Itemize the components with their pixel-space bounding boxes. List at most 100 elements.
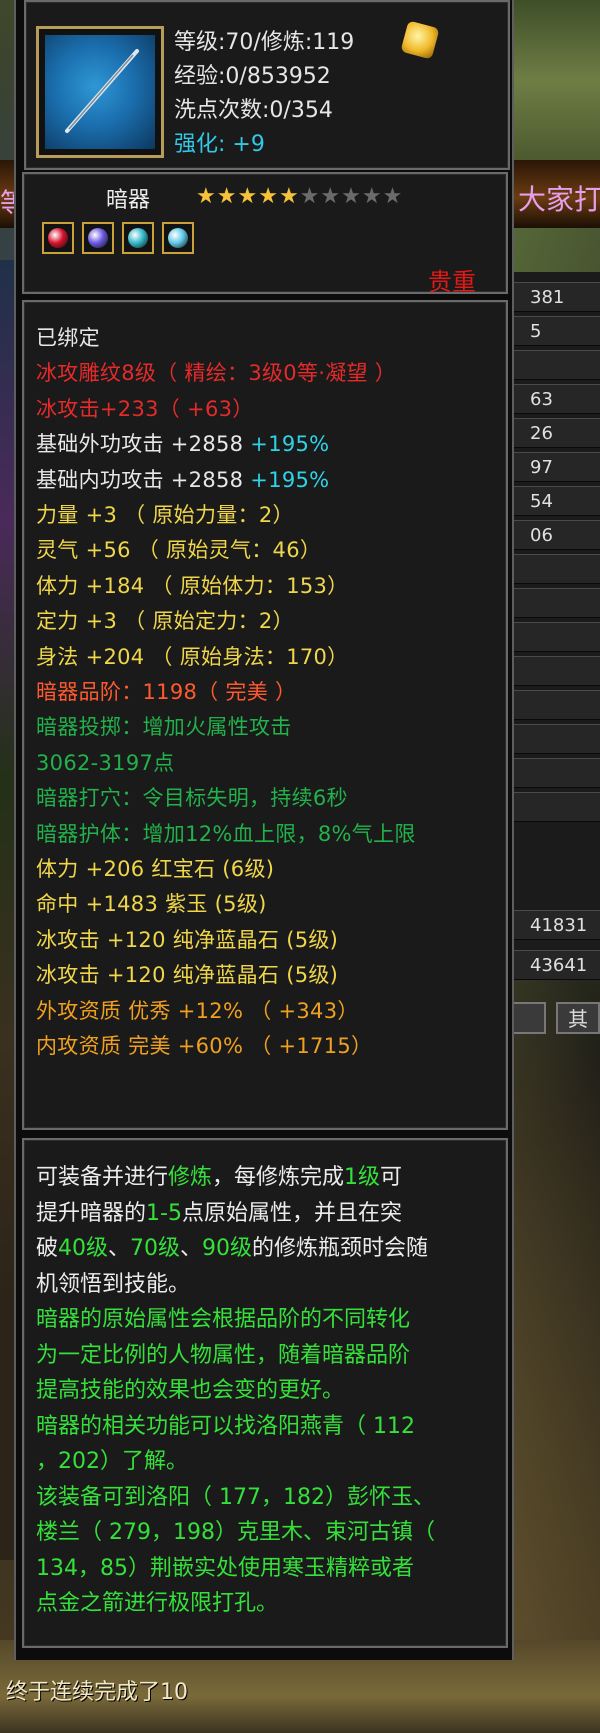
- stat-row: 43641: [514, 950, 600, 980]
- item-rarity: 贵重: [428, 268, 476, 296]
- description-segment: 点金之箭进行极限打孔。: [36, 1591, 279, 1616]
- item-attribute-line: 基础外功攻击 +2858 +195%: [36, 428, 329, 458]
- stat-row: [514, 350, 600, 380]
- attribute-text: 基础外功攻击 +2858: [36, 432, 251, 457]
- attribute-text: 力量 +3 （ 原始力量：2）: [36, 503, 294, 527]
- stat-tab-button[interactable]: [512, 1002, 546, 1034]
- description-line: 该装备可到洛阳（ 177，182）彭怀玉、: [36, 1480, 496, 1516]
- socket-gem-icon[interactable]: [82, 222, 114, 254]
- socket-gem-icon[interactable]: [42, 222, 74, 254]
- description-line: 暗器的相关功能可以找洛阳燕青（ 112: [36, 1409, 496, 1445]
- description-segment: 1级: [344, 1165, 381, 1190]
- stat-row: 381: [514, 282, 600, 312]
- star-filled-icon: ★: [278, 184, 300, 209]
- attribute-text: 冰攻击 +120 纯净蓝晶石 (5级): [36, 927, 339, 952]
- description-segment: ，202）了解。: [36, 1449, 188, 1474]
- star-empty-icon: ★: [361, 184, 383, 209]
- item-attribute-line: 已绑定: [36, 322, 100, 352]
- stat-row: [514, 656, 600, 686]
- attribute-text: 灵气 +56 （ 原始灵气：46）: [36, 538, 322, 563]
- description-line: 提高技能的效果也会变的更好。: [36, 1373, 496, 1409]
- chat-message: 终于连续完成了10: [6, 1680, 188, 1705]
- star-empty-icon: ★: [299, 184, 321, 209]
- description-segment: 134，85）荆嵌实处使用寒玉精粹或者: [36, 1555, 414, 1581]
- stat-row: 97: [514, 452, 600, 482]
- enhance-label: 强化:: [174, 132, 226, 157]
- item-attribute-line: 基础内功攻击 +2858 +195%: [36, 464, 329, 494]
- attribute-text: 暗器护体：增加12%血上限，8%气上限: [36, 821, 416, 846]
- attribute-text: 暗器投掷：增加火属性攻击: [36, 715, 292, 740]
- stat-row: 54: [514, 486, 600, 516]
- item-attribute-line: 暗器打穴：令目标失明，持续6秒: [36, 782, 348, 812]
- attribute-text: 暗器品阶：1198（ 完美 ）: [36, 680, 297, 704]
- attribute-text: 内攻资质 完美 +60% （ +1715）: [36, 1034, 373, 1058]
- item-attribute-line: 身法 +204 （ 原始身法：170）: [36, 641, 349, 671]
- stat-row: 26: [514, 418, 600, 448]
- attribute-text: 身法 +204 （ 原始身法：170）: [36, 644, 349, 669]
- stat-row: [514, 622, 600, 652]
- description-line: 点金之箭进行极限打孔。: [36, 1586, 496, 1622]
- description-line: 楼兰（ 279，198）克里木、束河古镇（: [36, 1515, 496, 1551]
- reset-count-line: 洗点次数:0/354: [174, 98, 333, 123]
- hidden-weapon-icon: [45, 35, 155, 149]
- description-segment: 可: [380, 1165, 403, 1190]
- item-attribute-line: 暗器投掷：增加火属性攻击: [36, 711, 292, 741]
- description-line: 暗器的原始属性会根据品阶的不同转化: [36, 1302, 496, 1338]
- item-attribute-line: 体力 +184 （ 原始体力：153）: [36, 570, 349, 600]
- attribute-text: 3062-3197点: [36, 750, 175, 775]
- socket-gem-icon[interactable]: [122, 222, 154, 254]
- description-line: 可装备并进行修炼，每修炼完成1级可: [36, 1160, 496, 1196]
- item-attribute-line: 体力 +206 红宝石 (6级): [36, 853, 274, 883]
- item-attribute-line: 命中 +1483 紫玉 (5级): [36, 888, 267, 918]
- description-segment: 提高技能的效果也会变的更好。: [36, 1378, 345, 1403]
- description-segment: 暗器的原始属性会根据品阶的不同转化: [36, 1307, 411, 1332]
- stat-row: 41831: [514, 910, 600, 940]
- item-attribute-line: 外攻资质 优秀 +12% （ +343）: [36, 995, 359, 1025]
- stat-row: 5: [514, 316, 600, 346]
- star-empty-icon: ★: [341, 184, 362, 209]
- stat-row: [514, 758, 600, 788]
- item-attribute-line: 灵气 +56 （ 原始灵气：46）: [36, 534, 321, 564]
- description-segment: 70级: [130, 1236, 181, 1261]
- socket-gem-icon[interactable]: [162, 222, 194, 254]
- description-segment: 该装备可到洛阳（ 177，182）彭怀玉、: [36, 1484, 435, 1510]
- stat-row: [514, 690, 600, 720]
- star-filled-icon: ★: [196, 184, 217, 209]
- description-line: 为一定比例的人物属性，随着暗器品阶: [36, 1338, 496, 1374]
- description-segment: 修炼: [168, 1165, 213, 1190]
- description-line: 134，85）荆嵌实处使用寒玉精粹或者: [36, 1551, 496, 1587]
- description-segment: ，每修炼完成: [212, 1165, 345, 1190]
- stat-row: [514, 554, 600, 584]
- other-tab-button[interactable]: 其: [556, 1002, 600, 1034]
- item-attribute-line: 力量 +3 （ 原始力量：2）: [36, 499, 294, 529]
- scene-foliage: [500, 0, 600, 160]
- attribute-text: 体力 +206 红宝石 (6级): [36, 857, 275, 881]
- item-attribute-line: 暗器品阶：1198（ 完美 ）: [36, 676, 296, 706]
- attribute-text: 命中 +1483 紫玉 (5级): [36, 892, 267, 917]
- enhance-value: +9: [232, 132, 265, 157]
- item-star-rating: ★★★★★★★★★★: [196, 184, 403, 209]
- item-attribute-line: 定力 +3 （ 原始定力：2）: [36, 605, 294, 635]
- description-segment: 可装备并进行: [36, 1165, 169, 1190]
- attribute-text: 冰攻击+233（ +63）: [36, 396, 254, 421]
- description-segment: 楼兰（ 279，198）克里木、束河古镇（: [36, 1520, 435, 1545]
- stat-row: 63: [514, 384, 600, 414]
- description-line: ，202）了解。: [36, 1444, 496, 1480]
- description-segment: 、: [180, 1236, 203, 1261]
- description-segment: 为一定比例的人物属性，随着暗器品阶: [36, 1342, 411, 1368]
- attribute-text: 已绑定: [36, 326, 100, 350]
- description-segment: 90级: [202, 1236, 253, 1261]
- description-segment: 的修炼瓶颈时会随: [252, 1236, 429, 1261]
- attribute-percent-bonus: +195%: [250, 467, 330, 492]
- star-empty-icon: ★: [382, 184, 404, 209]
- experience-line: 经验:0/853952: [174, 64, 331, 89]
- attribute-percent-bonus: +195%: [250, 432, 330, 457]
- item-attribute-line: 暗器护体：增加12%血上限，8%气上限: [36, 818, 416, 848]
- attribute-text: 冰攻击 +120 纯净蓝晶石 (5级): [36, 963, 339, 988]
- item-attribute-line: 内攻资质 完美 +60% （ +1715）: [36, 1030, 372, 1060]
- description-segment: 机领悟到技能。: [36, 1271, 191, 1297]
- item-type: 暗器: [106, 188, 151, 213]
- star-empty-icon: ★: [320, 184, 342, 209]
- item-attribute-line: 冰攻雕纹8级（ 精绘：3级0等·凝望 ）: [36, 357, 396, 387]
- item-icon-frame[interactable]: [36, 26, 164, 158]
